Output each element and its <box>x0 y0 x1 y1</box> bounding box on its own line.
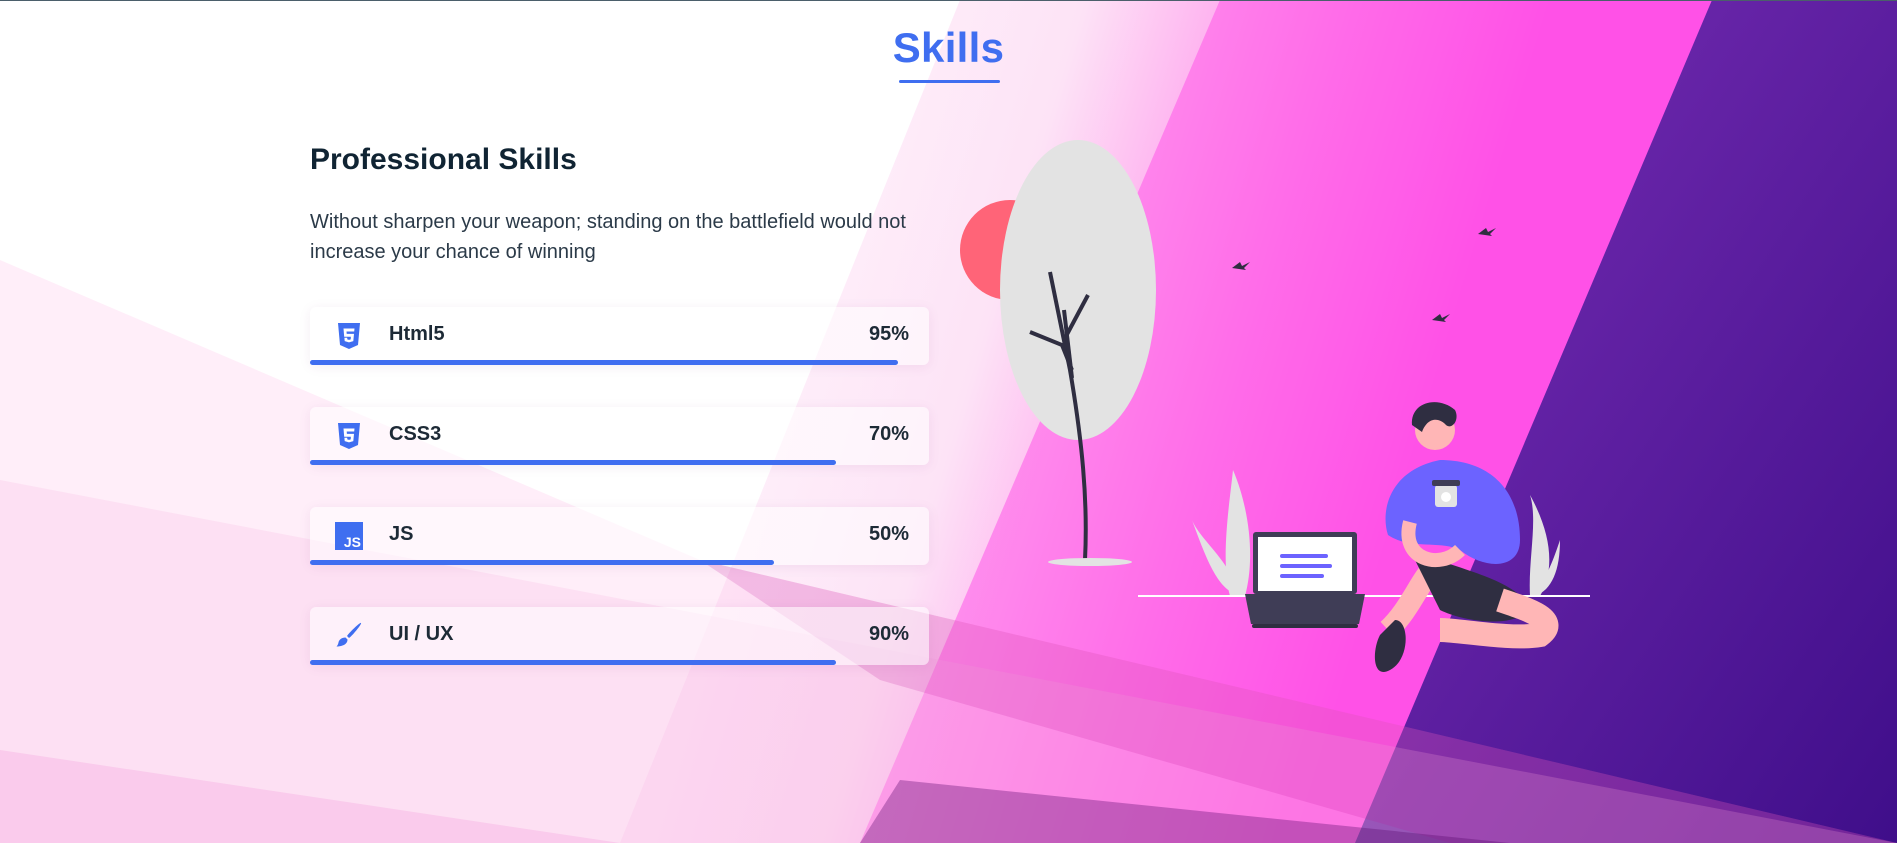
developer-illustration <box>960 140 1590 672</box>
progress-fill <box>310 360 899 365</box>
section-title: Skills <box>892 24 1005 71</box>
skill-name: UI / UX <box>389 623 454 645</box>
progress-fill <box>310 660 837 665</box>
skill-item-uiux: UI / UX 90% <box>310 607 929 665</box>
skill-percent: 95% <box>868 323 909 345</box>
progress-bar <box>310 460 929 465</box>
skills-description: Without sharpen your weapon; standing on… <box>310 211 906 263</box>
person <box>1374 402 1559 672</box>
progress-bar <box>310 660 929 665</box>
progress-fill <box>310 460 837 465</box>
skill-percent: 90% <box>868 623 909 645</box>
plant-right <box>1529 495 1560 596</box>
skill-name: Html5 <box>389 323 445 345</box>
top-border <box>0 0 1897 1</box>
laptop <box>1245 532 1365 628</box>
svg-text:JS: JS <box>344 534 361 550</box>
skill-item-css3: CSS3 70% <box>310 407 929 465</box>
skill-percent: 70% <box>868 423 909 445</box>
skill-item-html5: Html5 95% <box>310 307 929 365</box>
html5-icon <box>338 323 360 349</box>
progress-fill <box>310 560 775 565</box>
skill-item-js: JS JS 50% <box>310 507 929 565</box>
skill-name: CSS3 <box>389 423 442 445</box>
progress-bar <box>310 560 929 565</box>
title-underline <box>899 80 1000 83</box>
tree <box>1000 140 1156 566</box>
birds <box>1232 228 1496 322</box>
skill-percent: 50% <box>868 523 909 545</box>
section-title-wrap: Skills <box>0 24 1897 72</box>
progress-bar <box>310 360 929 365</box>
paintbrush-icon <box>336 622 362 647</box>
js-icon: JS <box>335 522 363 550</box>
skill-name: JS <box>389 523 414 545</box>
plant-left <box>1192 470 1251 596</box>
skills-heading: Professional Skills <box>310 143 577 176</box>
css3-icon <box>338 423 360 449</box>
